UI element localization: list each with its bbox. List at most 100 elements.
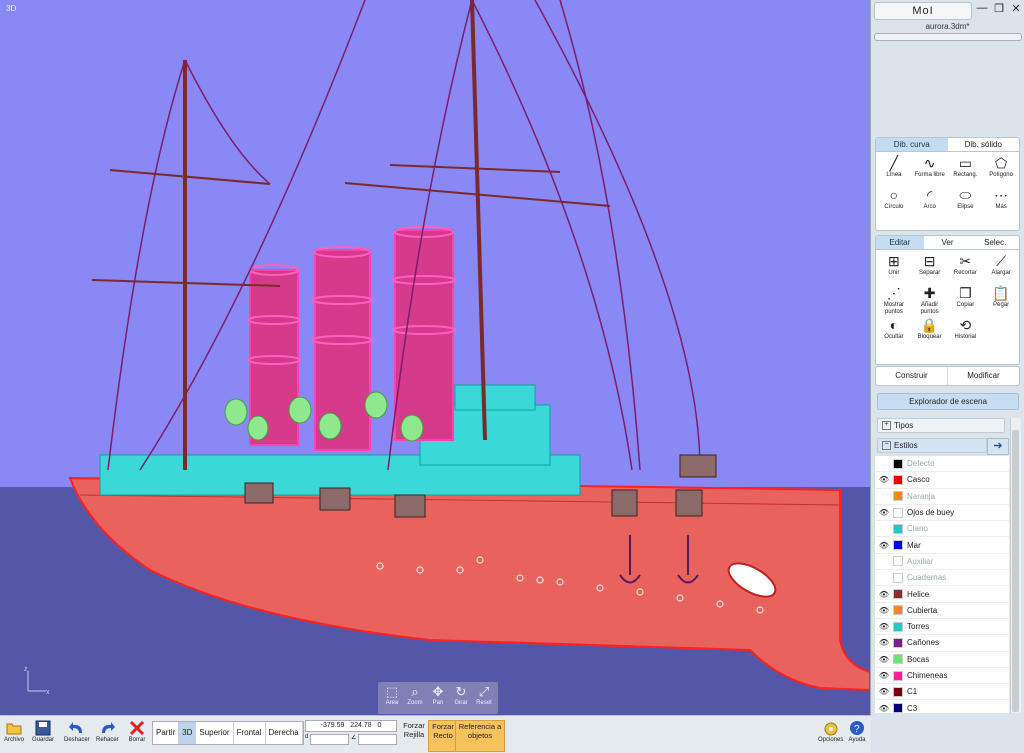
eye-icon[interactable]: 👁 bbox=[875, 606, 893, 615]
coordinate-input[interactable]: -379.59 224.78 0 d ∠ bbox=[305, 720, 398, 745]
style-row[interactable]: 👁 Mar bbox=[875, 537, 1009, 554]
scene-explorer-title[interactable]: Explorador de escena bbox=[877, 393, 1019, 410]
tab-construir[interactable]: Construir bbox=[876, 367, 947, 385]
style-row[interactable]: 👁 Helice bbox=[875, 586, 1009, 603]
style-row[interactable]: 👁 Casco bbox=[875, 472, 1009, 489]
snap-grid-toggle[interactable]: Forzar Rejilla bbox=[399, 720, 429, 750]
options-button[interactable]: Opciones bbox=[818, 719, 843, 743]
draw-tab-0[interactable]: Dib. curva bbox=[876, 138, 948, 152]
more-tool[interactable]: ⋯ Más bbox=[983, 186, 1019, 218]
style-row[interactable]: Naranja bbox=[875, 489, 1009, 505]
paste-tool[interactable]: 📋 Pegar bbox=[983, 284, 1019, 316]
circle-tool[interactable]: ○ Círculo bbox=[876, 186, 912, 218]
color-swatch[interactable] bbox=[893, 572, 903, 583]
style-row[interactable]: 👁 Torres bbox=[875, 619, 1009, 636]
trim-tool[interactable]: ✂ Recortar bbox=[948, 252, 984, 284]
minimize-icon[interactable]: — bbox=[976, 2, 988, 15]
view-tab-partir[interactable]: Partir bbox=[153, 722, 180, 744]
eye-icon[interactable]: 👁 bbox=[875, 590, 893, 599]
color-swatch[interactable] bbox=[893, 491, 903, 502]
color-swatch[interactable] bbox=[893, 556, 903, 567]
eye-icon[interactable]: 👁 bbox=[875, 638, 893, 647]
color-swatch[interactable] bbox=[893, 654, 903, 665]
zoom-nav-button[interactable]: ⌕ Zoom bbox=[404, 684, 426, 712]
color-swatch[interactable] bbox=[893, 523, 903, 534]
edit-tab-1[interactable]: Ver bbox=[923, 236, 972, 250]
view-tab-3d[interactable]: 3D bbox=[179, 722, 197, 744]
show-points-tool[interactable]: ⋰ Mostrar puntos bbox=[876, 284, 912, 316]
3d-viewport[interactable]: 3D z x ⬚ Area ⌕ Zoom ✥ Pan ↻ Girar ⤢ Reset bbox=[0, 0, 871, 715]
eye-icon[interactable]: 👁 bbox=[875, 704, 893, 713]
color-swatch[interactable] bbox=[893, 605, 903, 616]
ellipse-tool[interactable]: ⬭ Elipse bbox=[948, 186, 984, 218]
zoom-area-nav-button[interactable]: ⬚ Area bbox=[381, 684, 403, 712]
style-row[interactable]: 👁 C1 bbox=[875, 684, 1009, 701]
line-tool[interactable]: ╱ Línea bbox=[876, 154, 912, 186]
delete-button[interactable]: Borrar bbox=[128, 719, 146, 743]
freeform-tool[interactable]: ∿ Forma libre bbox=[912, 154, 948, 186]
color-swatch[interactable] bbox=[893, 703, 903, 713]
types-section[interactable]: + Tipos bbox=[877, 418, 1005, 433]
save-button[interactable]: Guardar bbox=[32, 719, 54, 743]
eye-icon[interactable]: 👁 bbox=[875, 655, 893, 664]
view-tab-frontal[interactable]: Frontal bbox=[234, 722, 266, 744]
eye-icon[interactable]: 👁 bbox=[875, 541, 893, 550]
help-button[interactable]: ? Ayuda bbox=[848, 719, 866, 743]
style-row[interactable]: Defecto bbox=[875, 456, 1009, 473]
view-tab-derecha[interactable]: Derecha bbox=[266, 722, 303, 744]
polygon-tool[interactable]: ⬠ Polígono bbox=[983, 154, 1019, 186]
style-row[interactable]: Auxiliar bbox=[875, 554, 1009, 571]
eye-icon[interactable]: 👁 bbox=[875, 622, 893, 631]
hide-tool[interactable]: ◐ Ocultar bbox=[876, 316, 912, 348]
restore-icon[interactable]: ❐ bbox=[993, 2, 1005, 15]
redo-button[interactable]: Rehacer bbox=[96, 719, 119, 743]
object-snap-toggle[interactable]: Referencia a objetos bbox=[455, 720, 505, 752]
eye-icon[interactable]: 👁 bbox=[875, 687, 893, 696]
close-icon[interactable]: ✕ bbox=[1010, 2, 1022, 15]
edit-tab-0[interactable]: Editar bbox=[876, 236, 924, 250]
reset-view-nav-button[interactable]: ⤢ Reset bbox=[473, 684, 495, 712]
style-row[interactable]: 👁 C3 bbox=[875, 700, 1009, 713]
eye-icon[interactable]: 👁 bbox=[875, 508, 893, 517]
history-tool[interactable]: ⟲ Historial bbox=[948, 316, 984, 348]
color-swatch[interactable] bbox=[893, 686, 903, 697]
color-swatch[interactable] bbox=[893, 458, 903, 469]
explorer-scrollbar[interactable] bbox=[1010, 418, 1021, 713]
extend-tool[interactable]: ⟋ Alargar bbox=[983, 252, 1019, 284]
color-swatch[interactable] bbox=[893, 637, 903, 648]
style-row[interactable]: 👁 Cubierta bbox=[875, 603, 1009, 619]
copy-tool[interactable]: ❐ Copiar bbox=[948, 284, 984, 316]
eye-icon[interactable]: 👁 bbox=[875, 671, 893, 680]
tab-modificar[interactable]: Modificar bbox=[947, 367, 1019, 385]
style-row[interactable]: 👁 Bocas bbox=[875, 652, 1009, 668]
color-swatch[interactable] bbox=[893, 589, 903, 600]
arrow-right-icon[interactable]: ➔ bbox=[987, 438, 1009, 455]
style-row[interactable]: 👁 Ojos de buey bbox=[875, 505, 1009, 522]
color-swatch[interactable] bbox=[893, 507, 903, 518]
draw-tab-1[interactable]: Dib. sólido bbox=[947, 138, 1019, 152]
ship-model[interactable] bbox=[0, 0, 870, 715]
rectangle-tool[interactable]: ▭ Rectang. bbox=[948, 154, 984, 186]
lock-tool[interactable]: 🔒 Bloquear bbox=[912, 316, 948, 348]
color-swatch[interactable] bbox=[893, 474, 903, 485]
undo-button[interactable]: Deshacer bbox=[64, 719, 90, 743]
app-title[interactable]: MoI bbox=[874, 2, 972, 20]
file-button[interactable]: Archivo bbox=[4, 719, 24, 743]
style-row[interactable]: Cuadernas bbox=[875, 570, 1009, 587]
style-row[interactable]: 👁 Chimeneas bbox=[875, 668, 1009, 685]
edit-tab-2[interactable]: Selec. bbox=[971, 236, 1020, 250]
style-row[interactable]: Ciano bbox=[875, 521, 1009, 538]
styles-section[interactable]: − Estilos bbox=[877, 438, 987, 453]
color-swatch[interactable] bbox=[893, 621, 903, 632]
snap-straight-toggle[interactable]: Forzar Recto bbox=[428, 720, 458, 752]
color-swatch[interactable] bbox=[893, 540, 903, 551]
style-row[interactable]: 👁 Cañones bbox=[875, 635, 1009, 652]
rotate-nav-button[interactable]: ↻ Girar bbox=[450, 684, 472, 712]
pan-nav-button[interactable]: ✥ Pan bbox=[427, 684, 449, 712]
add-points-tool[interactable]: ✚ Añadir puntos bbox=[912, 284, 948, 316]
view-tab-superior[interactable]: Superior bbox=[196, 722, 234, 744]
join-tool[interactable]: ⊞ Unir bbox=[876, 252, 912, 284]
separate-tool[interactable]: ⊟ Separar bbox=[912, 252, 948, 284]
arc-tool[interactable]: ◜ Arco bbox=[912, 186, 948, 218]
color-swatch[interactable] bbox=[893, 670, 903, 681]
